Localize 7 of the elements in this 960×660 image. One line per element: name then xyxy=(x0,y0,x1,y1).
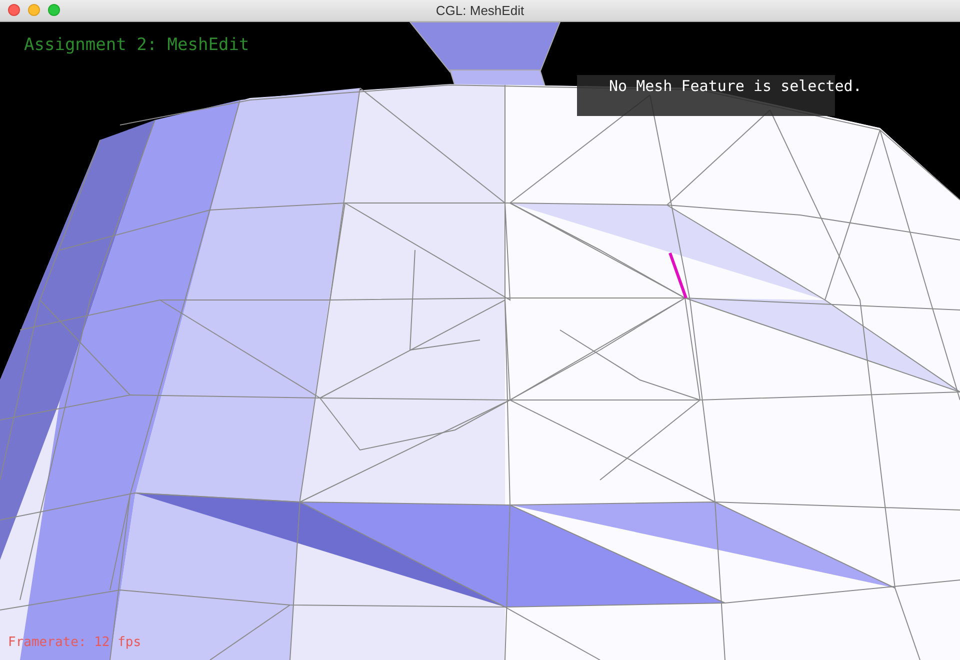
window-title: CGL: MeshEdit xyxy=(436,3,524,18)
status-message: No Mesh Feature is selected. xyxy=(609,77,862,95)
close-icon[interactable] xyxy=(8,4,20,16)
framerate-readout: Framerate: 12 fps xyxy=(8,635,142,650)
maximize-icon[interactable] xyxy=(48,4,60,16)
minimize-icon[interactable] xyxy=(28,4,40,16)
assignment-heading: Assignment 2: MeshEdit xyxy=(24,35,250,55)
